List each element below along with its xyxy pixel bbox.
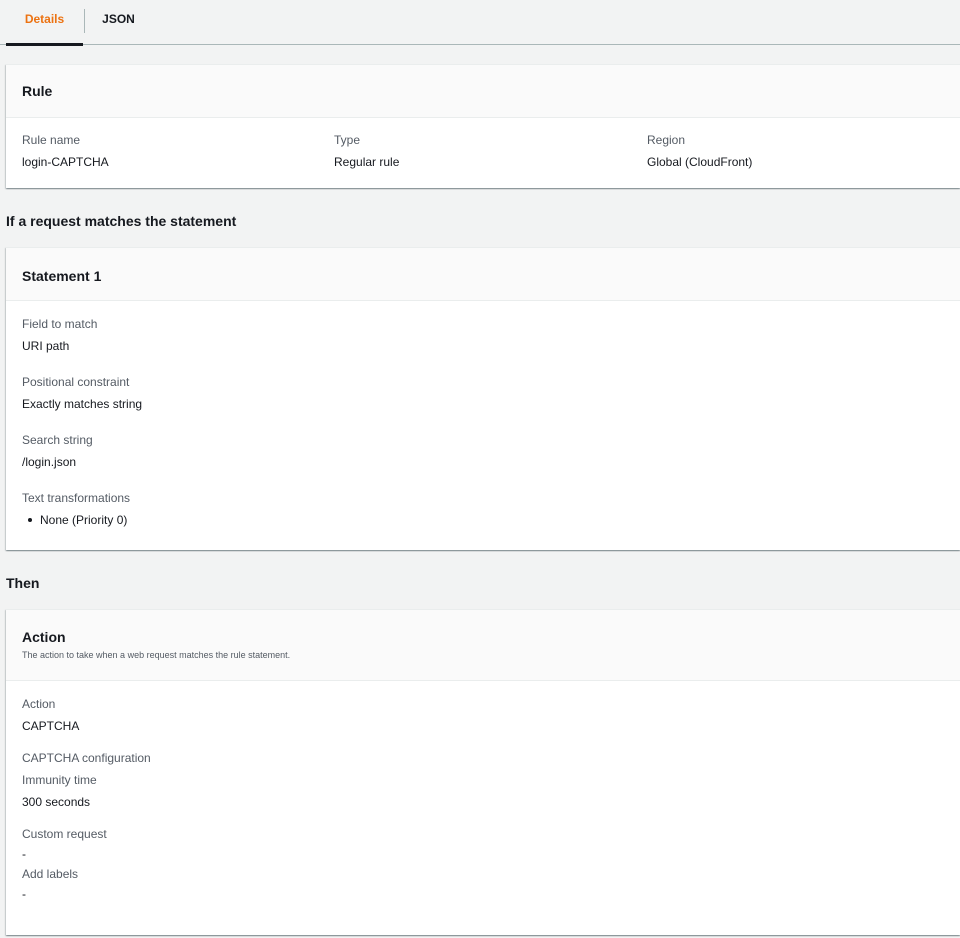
positional-constraint-label: Positional constraint [22,375,130,389]
tab-details[interactable]: Details [6,0,83,46]
type-field: Type Regular rule [334,133,399,169]
custom-request-value: - [22,847,26,861]
action-card-description: The action to take when a web request ma… [22,650,291,660]
action-card: Action The action to take when a web req… [6,609,960,935]
rule-name-field: Rule name login-CAPTCHA [22,133,109,169]
text-transformations-list: None (Priority 0) [22,513,130,527]
list-item: None (Priority 0) [22,513,130,527]
immunity-time-label: Immunity time [22,773,97,787]
positional-constraint-value: Exactly matches string [22,397,143,411]
add-labels-label: Add labels [22,867,79,881]
tab-json[interactable]: JSON [85,0,152,45]
tab-json-label: JSON [102,12,135,26]
captcha-configuration-label: CAPTCHA configuration [22,751,151,765]
rule-card: Rule Rule name login-CAPTCHA Type Regula… [6,64,960,188]
action-field: Action CAPTCHA [22,697,79,733]
rule-name-label: Rule name [22,133,81,147]
then-section-heading: Then [6,575,40,591]
type-label: Type [334,133,361,147]
statement-card: Statement 1 Field to match URI path Posi… [6,247,960,550]
action-value: CAPTCHA [22,719,80,733]
region-field: Region Global (CloudFront) [647,133,752,169]
captcha-configuration: CAPTCHA configuration [22,751,151,765]
add-labels-value: - [22,887,26,901]
rule-card-header: Rule [6,65,960,118]
search-string: Search string /login.json [22,433,93,469]
tab-bar: Details JSON [0,0,960,46]
region-value: Global (CloudFront) [647,155,753,169]
statement-section-heading: If a request matches the statement [6,213,237,229]
action-label: Action [22,697,56,711]
field-to-match-label: Field to match [22,317,98,331]
rule-name-value: login-CAPTCHA [22,155,109,169]
statement-card-header: Statement 1 [6,248,960,301]
region-label: Region [647,133,686,147]
custom-request-label: Custom request [22,827,107,841]
type-value: Regular rule [334,155,400,169]
positional-constraint: Positional constraint Exactly matches st… [22,375,142,411]
text-transformations-label: Text transformations [22,491,131,505]
custom-request-field: Custom request - [22,827,107,861]
tab-details-label: Details [24,12,65,26]
active-tab-indicator [6,43,83,46]
immunity-time-field: Immunity time 300 seconds [22,773,97,809]
field-to-match-value: URI path [22,339,70,353]
search-string-value: /login.json [22,455,77,469]
immunity-time-value: 300 seconds [22,795,91,809]
action-card-header: Action The action to take when a web req… [6,610,960,681]
add-labels-field: Add labels - [22,867,78,901]
rule-card-title: Rule [22,83,53,99]
field-to-match: Field to match URI path [22,317,97,353]
action-card-title: Action [22,629,66,645]
text-transformations: Text transformations None (Priority 0) [22,491,130,527]
statement-card-title: Statement 1 [22,268,102,284]
search-string-label: Search string [22,433,93,447]
